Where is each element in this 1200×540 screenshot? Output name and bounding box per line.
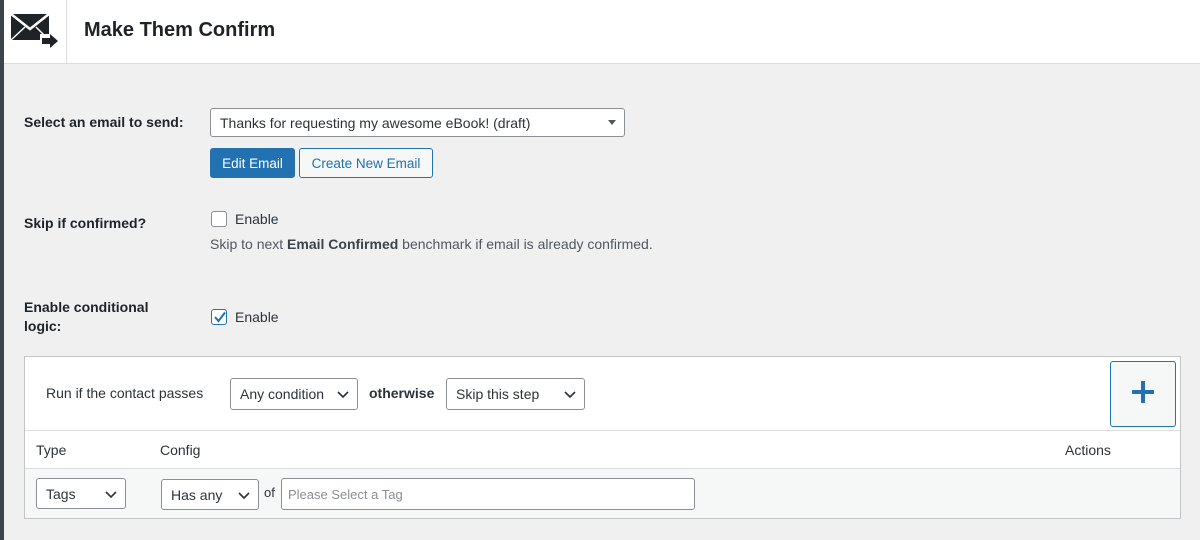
email-select-value: Thanks for requesting my awesome eBook! … [220, 115, 531, 131]
tag-select-input[interactable]: Please Select a Tag [281, 478, 695, 510]
chevron-down-icon [564, 386, 576, 402]
condition-match-value: Any condition [240, 386, 325, 402]
caret-down-icon [608, 120, 616, 125]
header-icon-box [4, 0, 67, 64]
run-if-text: Run if the contact passes [46, 385, 204, 401]
chevron-down-icon [337, 386, 349, 402]
column-type: Type [36, 442, 67, 458]
help-bold: Email Confirmed [287, 236, 399, 252]
conditions-table-header: Type Config Actions [25, 431, 1180, 469]
conditions-panel: Run if the contact passes Any condition … [24, 356, 1181, 519]
plus-icon [1131, 380, 1155, 409]
email-select[interactable]: Thanks for requesting my awesome eBook! … [210, 108, 625, 137]
skip-enable-label: Enable [235, 211, 279, 227]
otherwise-action-value: Skip this step [456, 386, 540, 402]
tag-operator-select[interactable]: Has any [161, 479, 259, 510]
checkmark-icon [214, 311, 226, 323]
select-email-label: Select an email to send: [24, 114, 184, 130]
skip-help-text: Skip to next Email Confirmed benchmark i… [210, 236, 653, 252]
chevron-down-icon [238, 487, 250, 503]
help-suffix: benchmark if email is already confirmed. [398, 236, 653, 252]
table-row: Tags Has any of Please Select a Tag [25, 469, 1180, 518]
help-prefix: Skip to next [210, 236, 288, 252]
add-condition-button[interactable] [1110, 361, 1176, 427]
page-title: Make Them Confirm [84, 19, 276, 41]
conditional-logic-label: Enable conditional logic: [24, 299, 149, 334]
condition-type-select[interactable]: Tags [36, 478, 126, 509]
of-text: of [264, 485, 275, 500]
column-actions: Actions [1065, 442, 1111, 458]
otherwise-action-select[interactable]: Skip this step [446, 378, 585, 410]
tag-operator-value: Has any [171, 486, 223, 503]
page-header: Make Them Confirm [4, 0, 1200, 64]
condition-match-select[interactable]: Any condition [230, 378, 358, 410]
otherwise-text: otherwise [369, 385, 435, 401]
condition-type-value: Tags [46, 485, 76, 502]
mail-forward-icon [10, 12, 60, 53]
conditional-logic-checkbox[interactable] [211, 309, 227, 325]
skip-if-confirmed-checkbox[interactable] [211, 211, 227, 227]
skip-if-confirmed-label: Skip if confirmed? [24, 215, 147, 231]
column-config: Config [160, 442, 201, 458]
conditional-enable-label: Enable [235, 309, 279, 325]
create-new-email-button[interactable]: Create New Email [299, 148, 433, 178]
chevron-down-icon [105, 486, 117, 502]
conditions-toolbar: Run if the contact passes Any condition … [25, 357, 1180, 431]
edit-email-button[interactable]: Edit Email [210, 148, 295, 178]
tag-select-placeholder: Please Select a Tag [288, 487, 403, 502]
admin-sidebar-edge [0, 0, 4, 540]
